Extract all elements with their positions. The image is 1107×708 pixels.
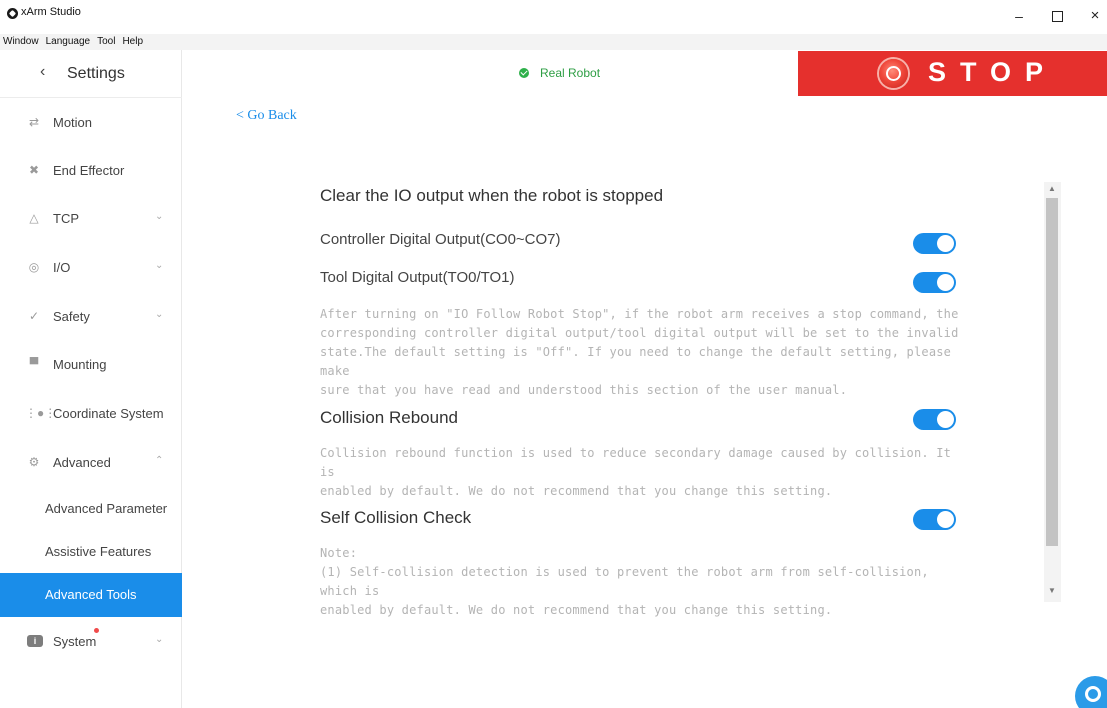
- mounting-icon: ▀: [29, 357, 39, 371]
- section-title: Clear the IO output when the robot is st…: [320, 186, 664, 205]
- close-button[interactable]: ×: [1080, 5, 1107, 27]
- chevron-down-icon: ⌄: [155, 260, 164, 271]
- content-scrollbar[interactable]: ▲ ▼: [1044, 182, 1061, 602]
- status-check-icon: [519, 68, 529, 78]
- tool-output-toggle[interactable]: [913, 272, 956, 293]
- menu-window[interactable]: Window: [0, 34, 43, 50]
- chevron-down-icon: ⌄: [155, 211, 164, 222]
- sidebar-item-coordinate-system[interactable]: ⋮●⋮ Coordinate System: [0, 390, 182, 438]
- description-line: enabled by default. We do not recommend …: [320, 484, 833, 498]
- sidebar-item-label: Advanced: [53, 455, 111, 470]
- self-collision-description: Note: (1) Self-collision detection is us…: [320, 544, 960, 620]
- stop-icon: [879, 59, 908, 88]
- sidebar-item-safety[interactable]: ✓ Safety ⌄: [0, 293, 182, 341]
- minimize-button[interactable]: –: [1004, 5, 1034, 27]
- sidebar-item-system[interactable]: i System ⌄: [0, 618, 182, 666]
- sidebar-item-tcp[interactable]: △ TCP ⌄: [0, 195, 182, 243]
- description-line: sure that you have read and understood t…: [320, 383, 848, 397]
- chevron-down-icon: ⌄: [155, 309, 164, 320]
- sidebar-item-mounting[interactable]: ▀ Mounting: [0, 341, 182, 389]
- io-icon: ◎: [28, 260, 40, 274]
- collision-rebound-title: Collision Rebound: [320, 408, 458, 427]
- collision-rebound-description: Collision rebound function is used to re…: [320, 444, 960, 501]
- end-effector-icon: ✖: [28, 163, 40, 177]
- sidebar-subitem-label: Assistive Features: [45, 544, 152, 559]
- sidebar-subitem-advanced-parameter[interactable]: Advanced Parameter: [0, 487, 182, 531]
- tcp-icon: △: [29, 211, 39, 225]
- app-title: xArm Studio: [21, 6, 81, 18]
- title-bar: xArm Studio – ×: [0, 0, 1107, 34]
- io-stop-description: After turning on "IO Follow Robot Stop",…: [320, 305, 960, 400]
- sidebar-subitem-advanced-tools[interactable]: Advanced Tools: [0, 573, 182, 617]
- tool-output-label: Tool Digital Output(TO0/TO1): [320, 269, 515, 286]
- description-line: Collision rebound function is used to re…: [320, 446, 952, 479]
- system-icon: i: [27, 635, 43, 647]
- menu-tool[interactable]: Tool: [94, 34, 119, 50]
- settings-gear-icon[interactable]: [1075, 676, 1107, 708]
- scroll-thumb[interactable]: [1046, 198, 1058, 546]
- sidebar-header: ‹ Settings: [0, 50, 182, 98]
- safety-icon: ✓: [28, 309, 40, 323]
- sidebar-subitem-label: Advanced Parameter: [45, 501, 168, 516]
- description-line: state.The default setting is "Off". If y…: [320, 345, 952, 378]
- sidebar-item-label: End Effector: [53, 163, 125, 178]
- sidebar-item-advanced[interactable]: ⚙ Advanced ⌃: [0, 439, 182, 487]
- description-line: After turning on "IO Follow Robot Stop",…: [320, 307, 959, 321]
- sidebar-item-label: Mounting: [53, 357, 107, 372]
- scroll-down-arrow-icon[interactable]: ▼: [1048, 586, 1056, 595]
- description-line: (1) Self-collision detection is used to …: [320, 565, 929, 598]
- sidebar-item-label: Safety: [53, 309, 90, 324]
- self-collision-toggle[interactable]: [913, 509, 956, 530]
- advanced-icon: ⚙: [28, 455, 40, 469]
- go-back-link[interactable]: < Go Back: [236, 108, 297, 124]
- sidebar-item-motion[interactable]: ⇄ Motion: [0, 99, 182, 147]
- collision-rebound-toggle[interactable]: [913, 409, 956, 430]
- description-line: Note:: [320, 546, 358, 560]
- menu-help[interactable]: Help: [119, 34, 147, 50]
- sidebar-subitem-label: Advanced Tools: [45, 587, 137, 602]
- sidebar: ‹ Settings ⇄ Motion ✖ End Effector △ TCP…: [0, 50, 182, 708]
- description-line: corresponding controller digital output/…: [320, 326, 959, 340]
- connection-status: Real Robot: [540, 66, 601, 80]
- motion-icon: ⇄: [28, 115, 40, 129]
- app-logo-icon: [7, 8, 18, 19]
- sidebar-subitem-assistive-features[interactable]: Assistive Features: [0, 530, 182, 574]
- chevron-up-icon: ⌃: [155, 455, 164, 466]
- sidebar-title: Settings: [67, 65, 125, 82]
- coordinate-icon: ⋮●⋮: [25, 406, 57, 420]
- description-line: enabled by default. We do not recommend …: [320, 603, 833, 617]
- self-collision-title: Self Collision Check: [320, 508, 472, 527]
- menu-language[interactable]: Language: [43, 34, 95, 50]
- controller-output-label: Controller Digital Output(CO0~CO7): [320, 231, 561, 248]
- sidebar-item-io[interactable]: ◎ I/O ⌄: [0, 244, 182, 292]
- sidebar-item-end-effector[interactable]: ✖ End Effector: [0, 147, 182, 195]
- menu-bar: Window Language Tool Help: [0, 34, 1107, 50]
- stop-label: STOP: [928, 57, 1058, 87]
- controller-output-toggle[interactable]: [913, 233, 956, 254]
- back-chevron-icon[interactable]: ‹: [40, 63, 45, 81]
- notification-badge: [94, 628, 99, 633]
- sidebar-item-label: TCP: [53, 211, 79, 226]
- sidebar-item-label: I/O: [53, 260, 71, 275]
- chevron-down-icon: ⌄: [155, 634, 164, 645]
- maximize-button[interactable]: [1042, 5, 1072, 27]
- sidebar-item-label: Motion: [53, 115, 93, 130]
- sidebar-item-label: System: [53, 634, 97, 649]
- emergency-stop-button[interactable]: STOP: [798, 51, 1107, 96]
- scroll-up-arrow-icon[interactable]: ▲: [1048, 184, 1056, 193]
- sidebar-item-label: Coordinate System: [53, 406, 164, 421]
